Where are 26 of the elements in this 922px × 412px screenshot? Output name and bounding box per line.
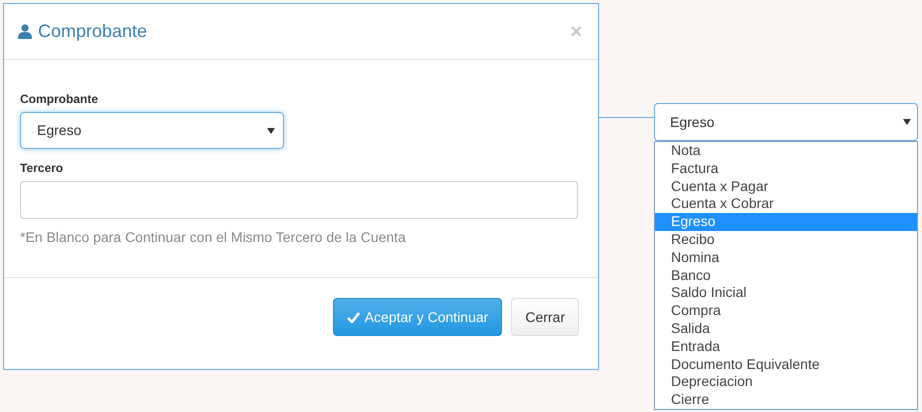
dialog-title: Comprobante	[38, 20, 148, 43]
dropdown-option[interactable]: Cuenta x Pagar	[655, 178, 917, 196]
check-icon	[346, 312, 360, 322]
dropdown-option[interactable]: Entrada	[655, 338, 917, 356]
select-field[interactable]: Egreso	[20, 112, 284, 149]
text-field[interactable]	[20, 181, 578, 219]
dropdown-option[interactable]: Depreciacion	[655, 373, 917, 392]
field-label: Tercero	[20, 160, 64, 177]
dropdown-option[interactable]: Salida	[655, 320, 917, 338]
select-field[interactable]: Egreso	[654, 103, 918, 141]
field-label: Comprobante	[20, 91, 99, 108]
dropdown-option[interactable]: Factura	[655, 160, 917, 178]
dropdown-option[interactable]: Recibo	[655, 230, 917, 249]
dropdown-option[interactable]: Documento Equivalente	[655, 356, 917, 374]
user-icon	[18, 24, 32, 39]
dropdown-option[interactable]: Banco	[655, 266, 917, 284]
caret-icon	[267, 128, 275, 134]
hint-text: *En Blanco para Continuar con el Mismo Tercero de la Cuenta	[20, 228, 407, 247]
caret-icon	[903, 119, 911, 125]
dropdown-option[interactable]: Compra	[655, 302, 917, 320]
dropdown-option[interactable]: Cierre	[655, 391, 917, 409]
dropdown-option[interactable]: Saldo Inicial	[655, 284, 917, 302]
dropdown-option[interactable]: Nomina	[655, 248, 917, 267]
dropdown-option[interactable]: Cuenta x Cobrar	[655, 195, 917, 214]
dropdown-option[interactable]: Nota	[655, 142, 917, 160]
close-dialog-button[interactable]: Cerrar	[511, 298, 579, 336]
